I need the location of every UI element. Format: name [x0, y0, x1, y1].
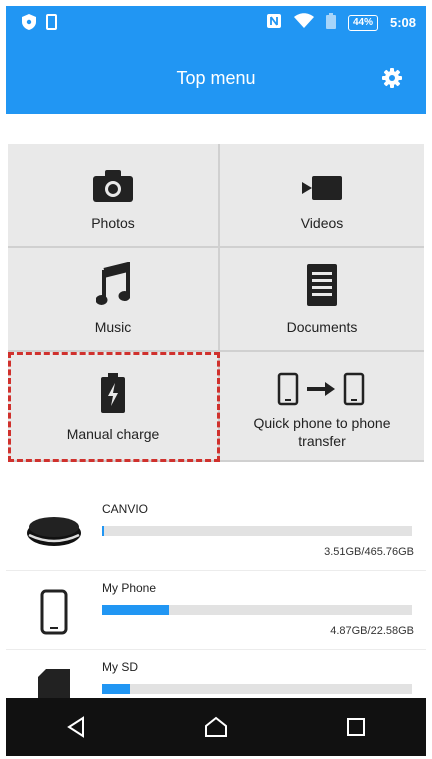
music-tile[interactable]: Music [8, 248, 220, 352]
phone-transfer-label-line1: Quick phone to phone [253, 415, 391, 431]
clock: 5:08 [389, 15, 416, 30]
music-label: Music [94, 319, 132, 335]
storage-usage-fill [102, 526, 105, 536]
home-icon[interactable] [196, 707, 236, 747]
storage-usage-fill [102, 684, 130, 694]
storage-usage-fill [102, 605, 169, 615]
storage-name: My Phone [102, 581, 157, 595]
storage-list: CANVIO 3.51GB/465.76GB My Phone 4.87GB/2… [6, 492, 426, 729]
phone-screen: 44% 5:08 Top menu Photos Videos Music Do… [6, 6, 426, 756]
storage-name: CANVIO [102, 502, 149, 516]
storage-usage-bar [102, 605, 412, 615]
camera-icon [93, 158, 133, 202]
storage-usage-bar [102, 684, 412, 694]
storage-name: My SD [102, 660, 138, 674]
video-camera-icon [302, 158, 342, 202]
shield-icon [22, 14, 36, 35]
status-bar: 44% 5:08 [6, 6, 426, 40]
smartphone-icon [24, 585, 84, 639]
storage-item-canvio[interactable]: CANVIO 3.51GB/465.76GB [6, 492, 426, 571]
gear-icon[interactable] [380, 66, 404, 90]
app-bar: Top menu [6, 40, 426, 114]
videos-label: Videos [300, 215, 344, 231]
manual-charge-label: Manual charge [66, 426, 160, 442]
photos-tile[interactable]: Photos [8, 144, 220, 248]
storage-usage-bar [102, 526, 412, 536]
photos-label: Photos [91, 215, 135, 231]
storage-usage-text: 4.87GB/22.58GB [330, 625, 414, 637]
storage-usage-text: 3.51GB/465.76GB [324, 546, 414, 558]
page-title: Top menu [176, 68, 256, 88]
battery-icon [325, 13, 336, 32]
phone-transfer-tile[interactable]: Quick phone to phone transfer [220, 352, 424, 462]
back-icon[interactable] [56, 707, 96, 747]
documents-tile[interactable]: Documents [220, 248, 424, 352]
manual-charge-tile[interactable]: Manual charge [8, 352, 220, 462]
documents-label: Documents [286, 319, 358, 335]
storage-item-my-phone[interactable]: My Phone 4.87GB/22.58GB [6, 571, 426, 650]
recents-icon[interactable] [336, 707, 376, 747]
document-icon [307, 262, 337, 306]
phone-transfer-icon [277, 362, 367, 406]
wifi-icon [293, 13, 314, 32]
external-drive-icon [24, 506, 84, 560]
nfc-icon [266, 13, 282, 32]
phone-transfer-label: Quick phone to phone transfer [254, 414, 391, 450]
menu-grid: Photos Videos Music Documents Manual cha… [8, 144, 424, 462]
phone-transfer-label-line2: transfer [298, 433, 346, 449]
sim-icon [46, 14, 57, 35]
videos-tile[interactable]: Videos [220, 144, 424, 248]
battery-charge-icon [101, 369, 125, 413]
navigation-bar [6, 698, 426, 756]
battery-percent: 44% [347, 14, 378, 31]
music-note-icon [96, 262, 130, 306]
